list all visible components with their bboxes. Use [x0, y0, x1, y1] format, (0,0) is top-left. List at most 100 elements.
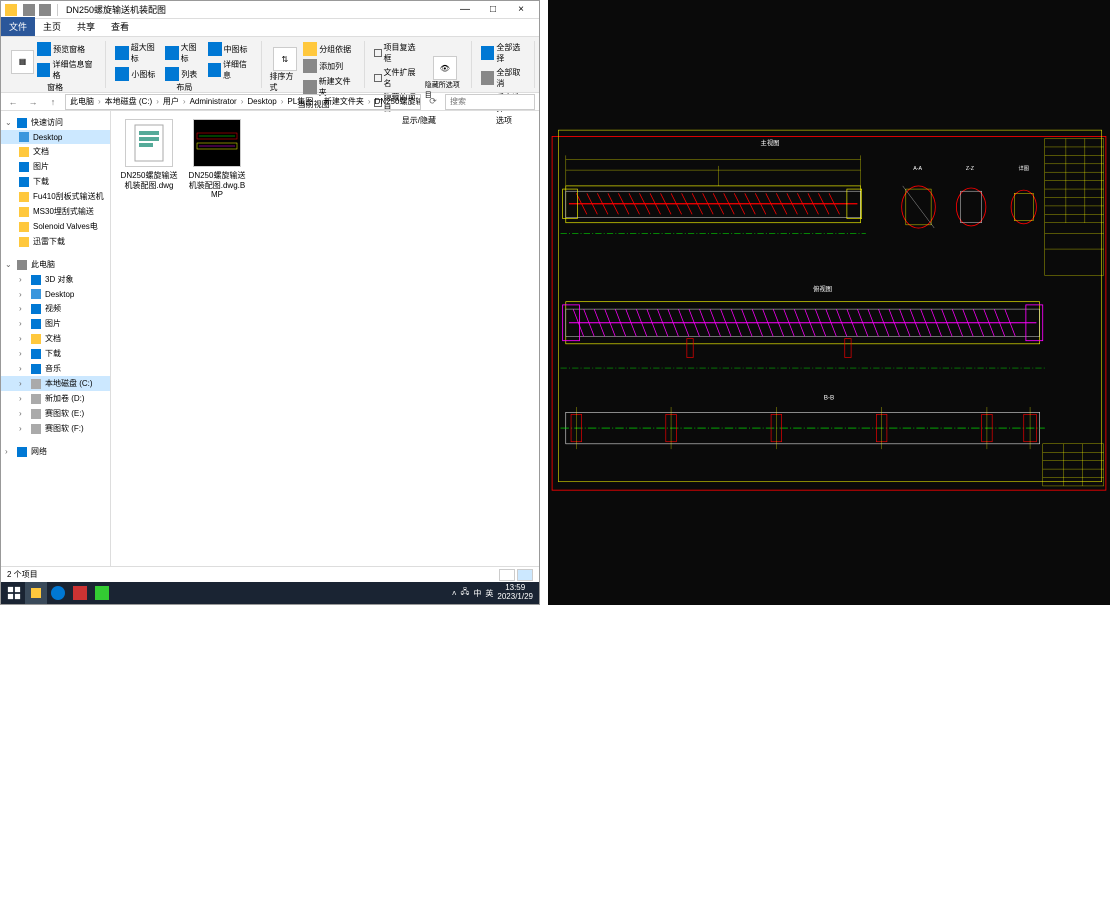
breadcrumb-item[interactable]: DN250螺旋输送机装配图: [375, 96, 421, 107]
sidebar-item[interactable]: Desktop: [1, 130, 110, 144]
layout-medium[interactable]: 中图标: [207, 41, 255, 57]
layout-xlarge[interactable]: 超大图标: [114, 41, 162, 65]
icon: [303, 59, 317, 73]
ribbon-group-panes: ▦ 预览窗格 详细信息窗格 窗格: [5, 41, 106, 88]
folder-icon: [19, 147, 29, 157]
drive-icon: [31, 379, 41, 389]
ime-indicator[interactable]: 英: [485, 588, 493, 599]
chevron-right-icon: ›: [241, 97, 244, 106]
breadcrumb-item[interactable]: 新建文件夹: [324, 96, 364, 107]
sidebar-item[interactable]: 文档: [1, 144, 110, 159]
sidebar-item-label: 视频: [45, 303, 61, 314]
breadcrumb-item[interactable]: 本地磁盘 (C:): [105, 96, 153, 107]
breadcrumb-item[interactable]: 用户: [163, 96, 179, 107]
layout-list[interactable]: 列表: [164, 66, 204, 82]
sidebar-item[interactable]: Fu410刮板式输送机: [1, 189, 110, 204]
file-list-area[interactable]: DN250螺旋输送机装配图.dwg DN250螺旋输送机装配图.dwg.BMP: [111, 111, 539, 566]
sort-icon[interactable]: ⇅: [273, 47, 297, 71]
select-none-button[interactable]: 全部取消: [480, 66, 528, 90]
drive-icon: [31, 289, 41, 299]
breadcrumb[interactable]: 此电脑›本地磁盘 (C:)›用户›Administrator›Desktop›P…: [65, 94, 421, 110]
breadcrumb-item[interactable]: PL集图: [287, 96, 313, 107]
start-button[interactable]: [3, 582, 25, 604]
forward-button[interactable]: →: [25, 94, 41, 110]
quick-access-header[interactable]: ⌄ 快速访问: [1, 115, 110, 130]
ime-indicator[interactable]: 中: [473, 588, 481, 599]
expand-icon: ›: [19, 409, 27, 418]
expand-icon: ›: [19, 394, 27, 403]
add-columns-button[interactable]: 添加列: [302, 58, 358, 74]
folder-icon: [19, 237, 29, 247]
sidebar-item[interactable]: ›图片: [1, 316, 110, 331]
tab-share[interactable]: 共享: [69, 17, 103, 36]
sidebar-item[interactable]: ›本地磁盘 (C:): [1, 376, 110, 391]
sidebar-item-label: Desktop: [33, 133, 62, 142]
refresh-button[interactable]: ⟳: [425, 94, 441, 110]
sidebar-item[interactable]: 图片: [1, 159, 110, 174]
file-item-dwg[interactable]: DN250螺旋输送机装配图.dwg: [119, 119, 179, 190]
taskbar-app-3[interactable]: [91, 582, 113, 604]
breadcrumb-item[interactable]: Desktop: [247, 97, 276, 106]
layout-small[interactable]: 小图标: [114, 66, 162, 82]
maximize-button[interactable]: □: [479, 1, 507, 19]
sidebar-item[interactable]: 下载: [1, 174, 110, 189]
tab-file[interactable]: 文件: [1, 17, 35, 36]
group-by-button[interactable]: 分组依据: [302, 41, 358, 57]
qat-icon[interactable]: [23, 4, 35, 16]
taskbar-explorer[interactable]: [25, 582, 47, 604]
layout-large[interactable]: 大图标: [164, 41, 204, 65]
details-pane-button[interactable]: 详细信息窗格: [36, 58, 99, 82]
item-count: 2 个项目: [7, 569, 38, 580]
sidebar-item-label: 新加卷 (D:): [45, 393, 85, 404]
taskbar-app-2[interactable]: [69, 582, 91, 604]
navigation-sidebar: ⌄ 快速访问 Desktop文档图片下载Fu410刮板式输送机MS30埋刮式输送…: [1, 111, 111, 566]
sidebar-item[interactable]: ›3D 对象: [1, 272, 110, 287]
checkbox-items[interactable]: 项目复选框: [373, 41, 423, 65]
chevron-right-icon: ›: [368, 97, 371, 106]
clock[interactable]: 13:59 2023/1/29: [497, 584, 533, 602]
tray-network-icon[interactable]: 🖧: [460, 586, 469, 600]
sidebar-item[interactable]: ›文档: [1, 331, 110, 346]
drive-icon: [31, 424, 41, 434]
sidebar-item-label: 图片: [33, 161, 49, 172]
sidebar-item[interactable]: Solenoid Valves电: [1, 219, 110, 234]
minimize-button[interactable]: —: [451, 1, 479, 19]
search-input[interactable]: [445, 94, 535, 110]
breadcrumb-item[interactable]: 此电脑: [70, 96, 94, 107]
sidebar-item[interactable]: MS30埋刮式输送: [1, 204, 110, 219]
network-header[interactable]: › 网络: [1, 444, 110, 459]
sidebar-item[interactable]: 迅雷下载: [1, 234, 110, 249]
drive-icon: [31, 409, 41, 419]
sidebar-item[interactable]: ›赛图软 (E:): [1, 406, 110, 421]
sidebar-item[interactable]: › 新加卷 (D:): [1, 391, 110, 406]
nav-pane-icon[interactable]: ▦: [11, 50, 34, 74]
sidebar-item-label: 下载: [45, 348, 61, 359]
sidebar-item[interactable]: ›Desktop: [1, 287, 110, 301]
checkbox-icon: [374, 49, 382, 57]
checkbox-ext[interactable]: 文件扩展名: [373, 66, 423, 90]
view-details-button[interactable]: [499, 569, 515, 581]
select-all-button[interactable]: 全部选择: [480, 41, 528, 65]
sidebar-item[interactable]: ›视频: [1, 301, 110, 316]
taskbar-app-1[interactable]: [47, 582, 69, 604]
hide-items-icon[interactable]: 👁: [433, 56, 457, 80]
close-button[interactable]: ×: [507, 1, 535, 19]
back-button[interactable]: ←: [5, 94, 21, 110]
drive-icon: [31, 364, 41, 374]
file-item-bmp[interactable]: DN250螺旋输送机装配图.dwg.BMP: [187, 119, 247, 200]
up-button[interactable]: ↑: [45, 94, 61, 110]
sidebar-item[interactable]: ›音乐: [1, 361, 110, 376]
sidebar-item[interactable]: ›下载: [1, 346, 110, 361]
folder-icon: [19, 207, 29, 217]
tab-home[interactable]: 主页: [35, 17, 69, 36]
breadcrumb-item[interactable]: Administrator: [190, 97, 237, 106]
layout-details[interactable]: 详细信息: [207, 58, 255, 82]
view-icons-button[interactable]: [517, 569, 533, 581]
tab-view[interactable]: 查看: [103, 17, 137, 36]
tray-chevron-icon[interactable]: ˄: [452, 589, 457, 598]
qat-icon[interactable]: [39, 4, 51, 16]
sidebar-item[interactable]: ›赛图软 (F:): [1, 421, 110, 436]
drive-icon: [31, 275, 41, 285]
preview-pane-button[interactable]: 预览窗格: [36, 41, 99, 57]
this-pc-header[interactable]: ⌄ 此电脑: [1, 257, 110, 272]
